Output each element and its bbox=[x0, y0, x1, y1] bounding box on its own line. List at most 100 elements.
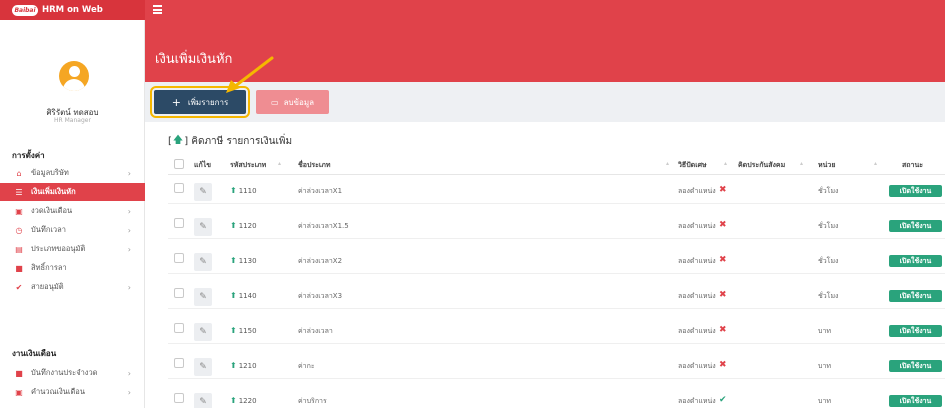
sort-icon[interactable]: ▴ bbox=[724, 160, 727, 167]
row-code: ⬆ 1210 bbox=[230, 361, 257, 370]
sort-icon[interactable]: ▴ bbox=[874, 160, 877, 167]
arrow-up-icon: ⬆ bbox=[230, 326, 237, 335]
row-method: ลองตำแหน่ง bbox=[678, 362, 716, 370]
pointer-arrow-icon bbox=[226, 56, 274, 93]
edit-button[interactable]: ✎ bbox=[194, 323, 212, 341]
status-badge[interactable]: เปิดใช้งาน bbox=[889, 360, 942, 372]
row-unit: ชั่วโมง bbox=[818, 187, 839, 195]
header-method[interactable]: วิธีปัดเศษ bbox=[678, 160, 707, 171]
row-unit: บาท bbox=[818, 327, 831, 335]
edit-button[interactable]: ✎ bbox=[194, 288, 212, 306]
table-row: ✎ ⬆ 1140 ค่าล่วงเวลาX3 ลองตำแหน่ง ✖ ชั่วโมง เปิ… bbox=[168, 283, 945, 309]
select-all-checkbox[interactable] bbox=[174, 159, 184, 169]
table-row: ✎ ⬆ 1210 ค่ากะ ลองตำแหน่ง ✖ บาท เปิดใช้งาน bbox=[168, 353, 945, 379]
sidebar-item[interactable]: ■ บันทึกงานประจำงวด › bbox=[0, 364, 145, 382]
arrow-up-icon: ⬆ bbox=[230, 396, 237, 405]
status-badge[interactable]: เปิดใช้งาน bbox=[889, 290, 942, 302]
table-row: ✎ ⬆ 1110 ค่าล่วงเวลาX1 ลองตำแหน่ง ✖ ชั่วโมง เปิ… bbox=[168, 178, 945, 204]
sidebar-item[interactable]: ◷ บันทึกเวลา › bbox=[0, 221, 145, 239]
header-social[interactable]: คิดประกันสังคม bbox=[738, 160, 785, 171]
sidebar-item[interactable]: ⌂ ข้อมูลบริษัท › bbox=[0, 164, 145, 182]
brand[interactable]: Baibai HRM on Web bbox=[0, 0, 145, 20]
row-checkbox[interactable] bbox=[174, 218, 184, 228]
chevron-right-icon: › bbox=[127, 206, 131, 216]
status-badge[interactable]: เปิดใช้งาน bbox=[889, 255, 942, 267]
chevron-right-icon: › bbox=[127, 168, 131, 178]
delete-label: ลบข้อมูล bbox=[283, 97, 314, 107]
sort-icon[interactable]: ▴ bbox=[800, 160, 803, 167]
user-role: HR Manager bbox=[54, 117, 91, 124]
status-badge[interactable]: เปิดใช้งาน bbox=[889, 185, 942, 197]
status-badge[interactable]: เปิดใช้งาน bbox=[889, 395, 942, 407]
row-code-text: 1220 bbox=[238, 396, 257, 405]
edit-button[interactable]: ✎ bbox=[194, 253, 212, 271]
arrow-up-icon: ⬆ bbox=[230, 256, 237, 265]
sidebar-item[interactable]: ▣ คำนวณเงินเดือน › bbox=[0, 383, 145, 401]
pencil-icon: ✎ bbox=[199, 362, 207, 372]
header-unit[interactable]: หน่วย bbox=[818, 160, 835, 171]
home-icon: ⌂ bbox=[16, 168, 22, 178]
row-name: ค่าล่วงเวลา bbox=[298, 327, 333, 335]
trash-icon: ▭ bbox=[271, 97, 279, 107]
edit-button[interactable]: ✎ bbox=[194, 218, 212, 236]
book-icon: ■ bbox=[15, 368, 23, 378]
row-code: ⬆ 1130 bbox=[230, 256, 257, 265]
edit-button[interactable]: ✎ bbox=[194, 183, 212, 201]
arrow-up-icon: ⬆ bbox=[230, 186, 237, 195]
row-code: ⬆ 1140 bbox=[230, 291, 257, 300]
sidebar-item[interactable]: ✔ สายอนุมัติ › bbox=[0, 278, 145, 296]
row-method: ลองตำแหน่ง bbox=[678, 397, 716, 405]
cross-icon: ✖ bbox=[719, 290, 727, 300]
sidebar-item[interactable]: ■ สิทธิ์การลา bbox=[0, 259, 145, 277]
calculator-icon: ▣ bbox=[15, 387, 23, 397]
row-name: ค่าล่วงเวลาX1 bbox=[298, 187, 343, 195]
sidebar-item-label: สิทธิ์การลา bbox=[31, 263, 67, 272]
header-status[interactable]: สถานะ bbox=[902, 160, 923, 171]
row-unit: ชั่วโมง bbox=[818, 257, 839, 265]
arrow-up-icon: ⬆ bbox=[230, 291, 237, 300]
sidebar-item[interactable]: ▣ งวดเงินเดือน › bbox=[0, 202, 145, 220]
pencil-icon: ✎ bbox=[199, 397, 207, 407]
section-title: [ 🡅 ] คิดภาษี รายการเงินเพิ่ม bbox=[168, 133, 292, 150]
pencil-icon: ✎ bbox=[199, 222, 207, 232]
edit-button[interactable]: ✎ bbox=[194, 358, 212, 376]
chevron-right-icon: › bbox=[127, 368, 131, 378]
sidebar-item-label: บันทึกงานประจำงวด bbox=[31, 368, 98, 377]
row-name: ค่าล่วงเวลาX1.5 bbox=[298, 222, 349, 230]
pencil-icon: ✎ bbox=[199, 292, 207, 302]
cross-icon: ✖ bbox=[719, 255, 727, 265]
row-checkbox[interactable] bbox=[174, 358, 184, 368]
user-avatar[interactable] bbox=[59, 61, 89, 91]
row-name: ค่าล่วงเวลาX3 bbox=[298, 292, 343, 300]
header-code[interactable]: รหัสประเภท bbox=[230, 160, 266, 171]
calendar-icon: ▤ bbox=[15, 244, 23, 254]
row-checkbox[interactable] bbox=[174, 288, 184, 298]
check-circle-icon: ✔ bbox=[15, 282, 23, 292]
add-item-label: เพิ่มรายการ bbox=[187, 97, 229, 107]
row-checkbox[interactable] bbox=[174, 253, 184, 263]
header-name[interactable]: ชื่อประเภท bbox=[298, 160, 331, 171]
sort-icon[interactable]: ▴ bbox=[278, 160, 281, 167]
document-icon: ■ bbox=[15, 263, 23, 273]
row-checkbox[interactable] bbox=[174, 323, 184, 333]
row-name: ค่าล่วงเวลาX2 bbox=[298, 257, 343, 265]
row-method: ลองตำแหน่ง bbox=[678, 187, 716, 195]
sidebar-item-label: งวดเงินเดือน bbox=[31, 206, 73, 215]
row-code-text: 1140 bbox=[238, 291, 257, 300]
sidebar-item-label: คำนวณเงินเดือน bbox=[31, 387, 85, 396]
sidebar-item[interactable]: ☰ เงินเพิ่มเงินหัก bbox=[0, 183, 145, 201]
row-code-text: 1130 bbox=[238, 256, 257, 265]
status-badge[interactable]: เปิดใช้งาน bbox=[889, 220, 942, 232]
row-method: ลองตำแหน่ง bbox=[678, 257, 716, 265]
row-checkbox[interactable] bbox=[174, 183, 184, 193]
row-checkbox[interactable] bbox=[174, 393, 184, 403]
sort-icon[interactable]: ▴ bbox=[666, 160, 669, 167]
status-badge[interactable]: เปิดใช้งาน bbox=[889, 325, 942, 337]
sidebar-item[interactable]: ▤ ประเภทขออนุมัติ › bbox=[0, 240, 145, 258]
sidebar-item-label: ประเภทขออนุมัติ bbox=[31, 244, 86, 253]
pencil-icon: ✎ bbox=[199, 327, 207, 337]
brand-logo: Baibai bbox=[12, 4, 38, 16]
chevron-right-icon: › bbox=[127, 282, 131, 292]
edit-button[interactable]: ✎ bbox=[194, 393, 212, 408]
hamburger-menu-icon[interactable] bbox=[153, 5, 162, 14]
